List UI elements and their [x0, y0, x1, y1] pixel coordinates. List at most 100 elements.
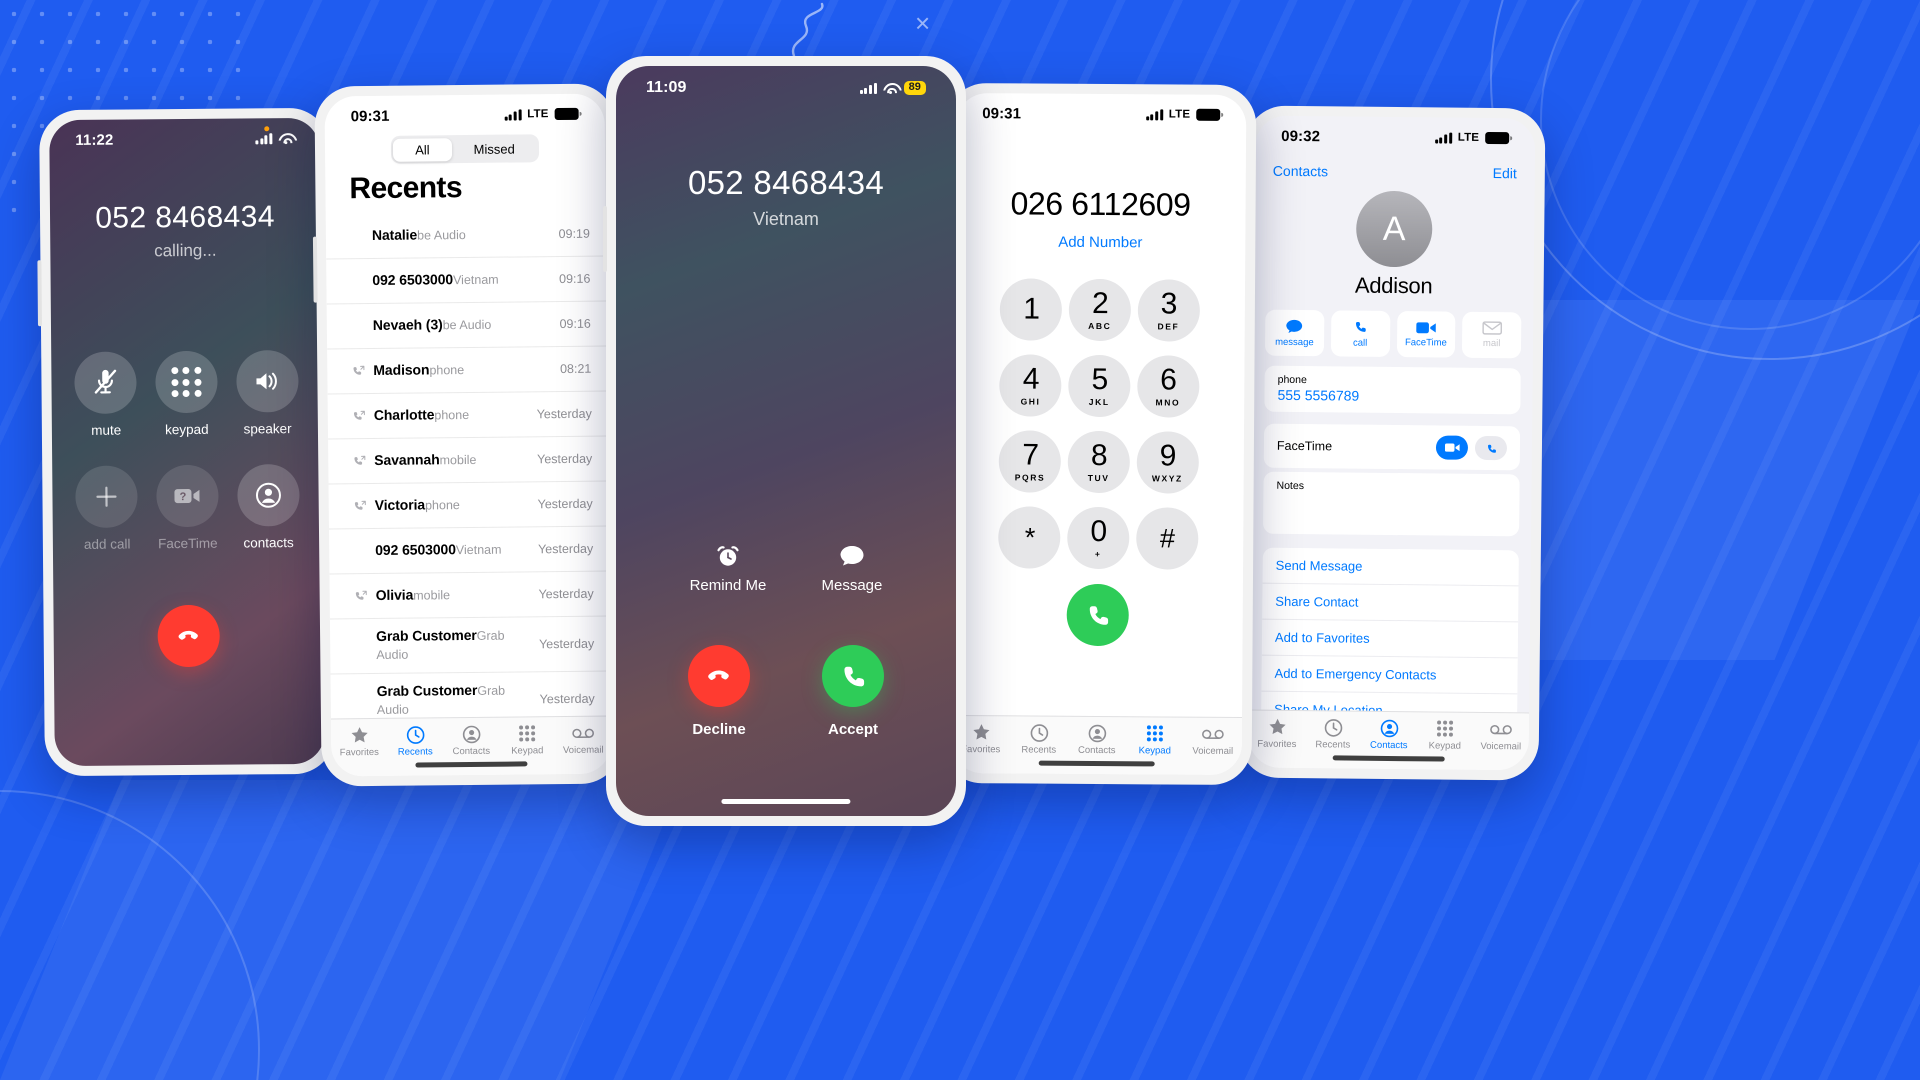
facetime-audio-button[interactable]	[1474, 435, 1508, 461]
recents-row[interactable]: 092 6503000Vietnam 09:16	[326, 256, 607, 305]
dial-pad[interactable]: 1 2 ABC 3 DEF 4 GHI 5 JKL 6 MNO 7 PQRS 8 TUV 9 WXYZ * 0 + #	[953, 278, 1245, 570]
accept-button[interactable]: Accept	[822, 645, 884, 738]
contact-action-item[interactable]: Add to Emergency Contacts	[1261, 655, 1518, 695]
dial-key-4[interactable]: 4 GHI	[999, 354, 1062, 417]
facetime-card[interactable]: FaceTime	[1263, 423, 1521, 471]
facetime-label: FaceTime	[1276, 438, 1333, 454]
recents-row[interactable]: Oliviamobile Yesterday	[329, 571, 610, 620]
tab-bar[interactable]: Favorites Recents Contacts Keypad Voicemail	[1248, 709, 1530, 771]
dial-key-2[interactable]: 2 ABC	[1068, 278, 1132, 342]
dial-key-9[interactable]: 9 WXYZ	[1136, 431, 1199, 494]
recents-row[interactable]: Grab CustomerGrab Audio Yesterday	[330, 671, 611, 719]
dial-key-3[interactable]: 3 DEF	[1137, 279, 1200, 342]
call-button[interactable]	[1066, 583, 1129, 647]
tab-recents[interactable]: Recents	[1305, 717, 1361, 751]
contact-actions-list[interactable]: Send Message Share Contact Add to Favorite…	[1261, 547, 1519, 730]
segment-missed[interactable]: Missed	[452, 137, 537, 161]
message-icon	[1286, 319, 1303, 333]
recents-row[interactable]: 092 6503000Vietnam Yesterday	[328, 526, 610, 575]
quick-action-message[interactable]: message	[1264, 309, 1325, 357]
mute-button[interactable]: mute	[65, 351, 146, 438]
facetime-video-button[interactable]	[1435, 435, 1469, 460]
remind-me-button[interactable]: Remind Me	[690, 543, 766, 594]
tab-bar[interactable]: Favorites Recents Contacts Keypad Voicemail	[951, 714, 1243, 776]
back-button[interactable]: Contacts	[1273, 163, 1328, 180]
contacts-button[interactable]: contacts	[228, 464, 309, 551]
contact-action-item[interactable]: Send Message	[1262, 547, 1519, 587]
tab-voicemail[interactable]: Voicemail	[555, 723, 611, 757]
end-call-button[interactable]	[157, 604, 220, 668]
dial-key-1[interactable]: 1	[999, 278, 1063, 341]
tab-label: Contacts	[1370, 739, 1408, 752]
phone-number-card[interactable]: phone 555 5556789	[1264, 365, 1521, 415]
phone-value[interactable]: 555 5556789	[1264, 386, 1520, 415]
signal-bars-icon	[504, 108, 522, 121]
edit-button[interactable]: Edit	[1493, 165, 1517, 181]
message-button[interactable]: Message	[821, 543, 883, 594]
battery-percent-badge: 89	[903, 81, 926, 95]
tab-keypad[interactable]: Keypad	[1126, 723, 1184, 757]
voicemail-icon	[1202, 724, 1224, 744]
recents-row[interactable]: Grab CustomerGrab Audio Yesterday	[329, 616, 611, 675]
star-icon	[350, 725, 369, 745]
recents-row[interactable]: Madisonphone 08:21	[327, 346, 608, 395]
dial-key-8[interactable]: 8 TUV	[1067, 430, 1131, 494]
dial-key-5[interactable]: 5 JKL	[1068, 354, 1131, 418]
tab-recents[interactable]: Recents	[1010, 722, 1068, 756]
contact-nav-bar: Contacts Edit	[1255, 156, 1535, 189]
recents-row[interactable]: Savannahmobile Yesterday	[328, 436, 609, 485]
tab-voicemail[interactable]: Voicemail	[1473, 719, 1529, 753]
recents-list[interactable]: Nataliebe Audio 09:19 092 6503000Vietnam 09…	[325, 211, 611, 719]
recents-time: Yesterday	[537, 496, 593, 512]
phone-icon	[1356, 321, 1366, 332]
tab-favorites[interactable]: Favorites	[1249, 717, 1305, 751]
recents-time: 08:21	[559, 361, 592, 377]
segmented-control[interactable]: All Missed	[390, 134, 540, 164]
add-call-button[interactable]: add call	[66, 465, 147, 552]
recents-subtitle: Vietnam	[452, 272, 499, 288]
quick-action-call[interactable]: call	[1330, 310, 1390, 357]
quick-action-mail[interactable]: mail	[1462, 311, 1522, 359]
recents-time: Yesterday	[537, 541, 594, 557]
tab-contacts[interactable]: Contacts	[1068, 723, 1126, 756]
dial-key-*[interactable]: *	[998, 506, 1061, 569]
recents-row[interactable]: Nataliebe Audio 09:19	[325, 211, 607, 260]
segment-all[interactable]: All	[393, 137, 452, 162]
tab-keypad[interactable]: Keypad	[499, 723, 555, 757]
tab-bar[interactable]: Favorites Recents Contacts Keypad Voicemail	[330, 715, 612, 777]
tab-contacts[interactable]: Contacts	[443, 724, 499, 758]
tab-label: Contacts	[452, 745, 491, 758]
contact-action-item[interactable]: Add to Favorites	[1261, 619, 1519, 659]
home-indicator	[1038, 760, 1155, 767]
end-call-icon	[688, 645, 750, 707]
phone-recents: 09:31 LTE All Missed Recents Nataliebe A…	[314, 83, 622, 787]
dial-key-0[interactable]: 0 +	[1067, 506, 1130, 570]
recents-row[interactable]: Victoriaphone Yesterday	[328, 481, 609, 530]
add-number-link[interactable]: Add Number	[955, 233, 1245, 252]
tab-contacts[interactable]: Contacts	[1361, 718, 1417, 752]
facetime-button[interactable]: ? FaceTime	[147, 464, 228, 552]
speaker-button[interactable]: speaker	[227, 350, 308, 437]
signal-bars-icon	[859, 82, 877, 94]
dial-key-6[interactable]: 6 MNO	[1136, 355, 1200, 418]
person-icon	[1087, 723, 1106, 743]
dial-key-#[interactable]: #	[1135, 507, 1199, 570]
dial-key-7[interactable]: 7 PQRS	[998, 430, 1062, 493]
recents-row[interactable]: Charlottephone Yesterday	[327, 391, 609, 440]
message-label: Message	[821, 577, 883, 594]
tab-voicemail[interactable]: Voicemail	[1184, 724, 1242, 757]
tab-keypad[interactable]: Keypad	[1417, 718, 1473, 752]
contacts-label: contacts	[243, 535, 294, 551]
recents-subtitle: mobile	[439, 452, 477, 468]
contact-detail-screen: 09:32 LTE Contacts Edit A Addison messag…	[1248, 115, 1536, 771]
tab-recents[interactable]: Recents	[387, 724, 443, 758]
notes-card[interactable]: Notes	[1263, 471, 1520, 537]
quick-action-facetime[interactable]: FaceTime	[1396, 311, 1456, 358]
decline-button[interactable]: Decline	[688, 645, 750, 738]
recents-row[interactable]: Nevaeh (3)be Audio 09:16	[326, 301, 608, 350]
dial-key-digit: 1	[1023, 292, 1040, 326]
tab-favorites[interactable]: Favorites	[331, 725, 387, 759]
accept-label: Accept	[827, 721, 879, 738]
keypad-button[interactable]: keypad	[146, 350, 227, 438]
contact-action-item[interactable]: Share Contact	[1262, 583, 1519, 623]
